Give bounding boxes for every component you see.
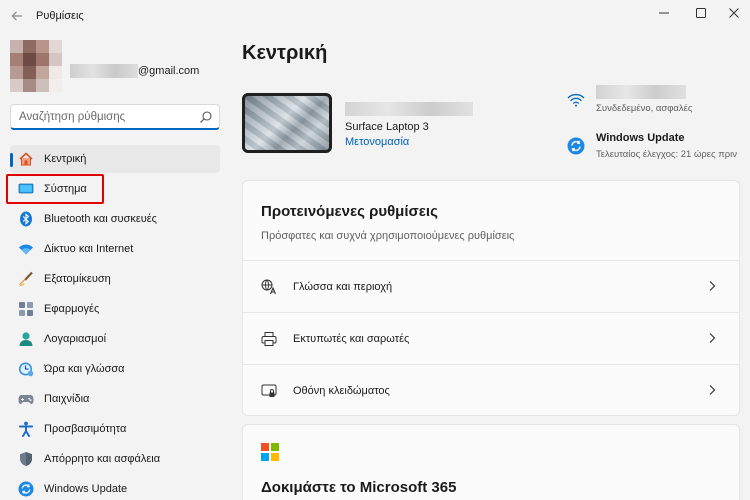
search-icon[interactable] <box>199 110 213 124</box>
close-icon <box>729 8 739 18</box>
arrow-left-icon <box>11 11 22 21</box>
recommended-item-lock-screen[interactable]: Οθόνη κλειδώματος <box>243 364 739 416</box>
bluetooth-icon <box>20 211 32 227</box>
highlight-annotation-system <box>6 174 104 204</box>
lock-screen-icon <box>261 384 277 397</box>
avatar[interactable] <box>10 40 62 92</box>
sidebar-item-label: Ώρα και γλώσσα <box>44 363 125 375</box>
windows-update-last-checked: Τελευταίος έλεγχος: 21 ώρες πριν <box>596 149 738 160</box>
sidebar-item-label: Λογαριασμοί <box>44 333 107 345</box>
printer-icon <box>261 332 277 346</box>
shield-icon <box>20 452 32 466</box>
sidebar-item-bluetooth[interactable]: Bluetooth και συσκευές <box>10 205 220 233</box>
back-button[interactable] <box>6 6 28 26</box>
recommended-item-label: Γλώσσα και περιοχή <box>293 281 393 293</box>
accounts-icon <box>19 332 33 346</box>
recommended-item-label: Εκτυπωτές και σαρωτές <box>293 333 410 345</box>
sidebar-item-label: Windows Update <box>44 483 128 495</box>
sidebar-item-accessibility[interactable]: Προσβασιμότητα <box>10 415 220 443</box>
sidebar-item-gaming[interactable]: Παιχνίδια <box>10 385 220 413</box>
apps-icon <box>19 302 33 316</box>
sidebar-item-label: Απόρρητο και ασφάλεια <box>44 453 161 465</box>
sidebar-item-label: Προσβασιμότητα <box>44 423 127 435</box>
accessibility-icon <box>19 421 33 437</box>
sidebar-item-accounts[interactable]: Λογαριασμοί <box>10 325 220 353</box>
brush-icon <box>19 271 33 287</box>
card-title: Προτεινόμενες ρυθμίσεις <box>261 203 438 220</box>
windows-update-title[interactable]: Windows Update <box>596 132 685 144</box>
network-icon <box>19 244 33 255</box>
chevron-right-icon <box>709 281 716 291</box>
recommended-settings-card: Προτεινόμενες ρυθμίσεις Πρόσφατες και συ… <box>242 180 740 416</box>
windows-update-icon <box>18 481 34 497</box>
sidebar-item-label: Εφαρμογές <box>44 303 100 315</box>
recommended-item-label: Οθόνη κλειδώματος <box>293 385 390 397</box>
account-email: @gmail.com <box>138 65 200 77</box>
chevron-right-icon <box>709 385 716 395</box>
sidebar-item-label: Εξατομίκευση <box>44 273 111 285</box>
app-title: Ρυθμίσεις <box>36 10 84 22</box>
network-name-redacted[interactable] <box>596 85 686 99</box>
windows-update-status-icon <box>567 137 585 155</box>
wifi-icon <box>567 93 585 107</box>
microsoft-365-title: Δοκιμάστε το Microsoft 365 <box>261 479 457 496</box>
sidebar-item-label: Δίκτυο και Internet <box>44 243 134 255</box>
search-box[interactable] <box>10 104 220 130</box>
microsoft-logo-icon <box>261 443 279 461</box>
home-icon <box>19 152 33 166</box>
sidebar-item-network[interactable]: Δίκτυο και Internet <box>10 235 220 263</box>
email-redacted <box>70 64 138 78</box>
recommended-item-printers[interactable]: Εκτυπωτές και σαρωτές <box>243 312 739 364</box>
card-subtitle: Πρόσφατες και συχνά χρησιμοποιούμενες ρυ… <box>261 230 515 242</box>
sidebar-item-home[interactable]: Κεντρική <box>10 145 220 173</box>
language-region-icon <box>261 279 277 295</box>
rename-link[interactable]: Μετονομασία <box>345 136 409 148</box>
device-name-redacted <box>345 102 473 116</box>
sidebar-item-personalization[interactable]: Εξατομίκευση <box>10 265 220 293</box>
maximize-button[interactable] <box>683 2 719 26</box>
sidebar-item-label: Κεντρική <box>44 153 87 165</box>
sidebar-item-apps[interactable]: Εφαρμογές <box>10 295 220 323</box>
sidebar-item-privacy[interactable]: Απόρρητο και ασφάλεια <box>10 445 220 473</box>
sidebar-item-label: Bluetooth και συσκευές <box>44 213 157 225</box>
page-title: Κεντρική <box>242 42 328 64</box>
minimize-button[interactable] <box>646 2 682 26</box>
sidebar-item-label: Παιχνίδια <box>44 393 90 405</box>
time-language-icon <box>19 362 34 377</box>
sidebar-item-time-language[interactable]: Ώρα και γλώσσα <box>10 355 220 383</box>
gaming-icon <box>18 395 34 404</box>
close-button[interactable] <box>716 2 750 26</box>
title-bar: Ρυθμίσεις <box>0 0 750 32</box>
maximize-icon <box>696 8 706 18</box>
recommended-item-language-region[interactable]: Γλώσσα και περιοχή <box>243 260 739 312</box>
device-thumbnail <box>242 93 332 153</box>
microsoft-365-card: Δοκιμάστε το Microsoft 365 <box>242 424 740 500</box>
search-input[interactable] <box>19 109 199 125</box>
sidebar-item-windows-update[interactable]: Windows Update <box>10 475 220 500</box>
device-model: Surface Laptop 3 <box>345 121 429 133</box>
chevron-right-icon <box>709 333 716 343</box>
network-status: Συνδεδεμένο, ασφαλές <box>596 103 693 114</box>
minimize-icon <box>659 12 669 14</box>
